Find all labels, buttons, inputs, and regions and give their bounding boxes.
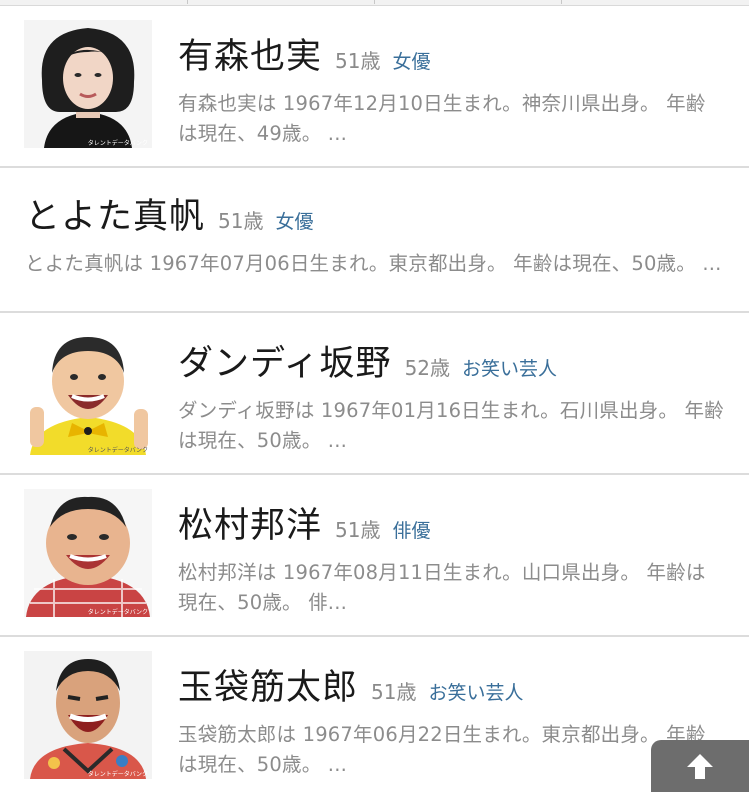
person-job-tag[interactable]: お笑い芸人 <box>462 354 557 381</box>
photo-badge: タレントデータバンク <box>88 446 148 454</box>
person-info: 玉袋筋太郎 51歳 お笑い芸人 玉袋筋太郎は 1967年06月22日生まれ。東京… <box>178 659 725 780</box>
person-age: 51歳 <box>371 680 417 704</box>
person-age: 51歳 <box>218 209 264 233</box>
person-info: とよた真帆 51歳 女優 とよた真帆は 1967年07月06日生まれ。東京都出身… <box>25 188 725 279</box>
arrow-up-icon <box>687 754 713 779</box>
person-age: 51歳 <box>335 49 381 73</box>
person-age: 52歳 <box>404 356 451 380</box>
person-description: ダンディ坂野は 1967年01月16日生まれ。石川県出身。 年齢は現在、50歳。… <box>178 399 724 452</box>
person-list: タレントデータバンク 有森也実 51歳 女優 有森也実は 1967年12月10日… <box>0 6 749 799</box>
person-job-tag[interactable]: 俳優 <box>392 516 430 543</box>
person-photo: タレントデータバンク <box>24 327 152 455</box>
person-info: ダンディ坂野 52歳 お笑い芸人 ダンディ坂野は 1967年01月16日生まれ。… <box>178 335 725 456</box>
tab-divider <box>187 0 188 4</box>
tab-divider <box>374 0 375 4</box>
person-info: 松村邦洋 51歳 俳優 松村邦洋は 1967年08月11日生まれ。山口県出身。 … <box>178 497 725 618</box>
photo-badge: タレントデータバンク <box>88 139 148 147</box>
person-photo: タレントデータバンク <box>24 651 152 779</box>
person-description: 玉袋筋太郎は 1967年06月22日生まれ。東京都出身。 年齢は現在、50歳。 … <box>178 723 706 776</box>
person-photo: タレントデータバンク <box>24 20 152 148</box>
person-job-tag[interactable]: 女優 <box>392 47 430 74</box>
photo-badge: タレントデータバンク <box>88 770 148 778</box>
person-job-tag[interactable]: お笑い芸人 <box>428 678 523 705</box>
person-info: 有森也実 51歳 女優 有森也実は 1967年12月10日生まれ。神奈川県出身。… <box>178 28 725 149</box>
person-name[interactable]: 松村邦洋 <box>178 497 322 548</box>
person-name[interactable]: 有森也実 <box>178 28 322 79</box>
person-name[interactable]: とよた真帆 <box>25 188 205 239</box>
list-item-matsumura[interactable]: タレントデータバンク 松村邦洋 51歳 俳優 松村邦洋は 1967年08月11日… <box>0 475 749 637</box>
person-description: とよた真帆は 1967年07月06日生まれ。東京都出身。 年齢は現在、50歳。 … <box>25 252 722 275</box>
person-name[interactable]: 玉袋筋太郎 <box>178 659 358 710</box>
person-age: 51歳 <box>335 518 381 542</box>
list-item-arimori[interactable]: タレントデータバンク 有森也実 51歳 女優 有森也実は 1967年12月10日… <box>0 6 749 168</box>
scroll-to-top-button[interactable] <box>651 740 749 792</box>
person-photo: タレントデータバンク <box>24 489 152 617</box>
list-item-tamabukuro[interactable]: タレントデータバンク 玉袋筋太郎 51歳 お笑い芸人 玉袋筋太郎は 1967年0… <box>0 637 749 799</box>
list-item-dandy-sakano[interactable]: タレントデータバンク ダンディ坂野 52歳 お笑い芸人 ダンディ坂野は 1967… <box>0 313 749 475</box>
person-name[interactable]: ダンディ坂野 <box>178 335 392 386</box>
list-item-toyota[interactable]: とよた真帆 51歳 女優 とよた真帆は 1967年07月06日生まれ。東京都出身… <box>0 168 749 313</box>
person-description: 松村邦洋は 1967年08月11日生まれ。山口県出身。 年齢は現在、50歳。 俳… <box>178 561 706 614</box>
photo-badge: タレントデータバンク <box>88 608 148 616</box>
tab-divider <box>561 0 562 4</box>
person-description: 有森也実は 1967年12月10日生まれ。神奈川県出身。 年齢は現在、49歳。 … <box>178 92 706 145</box>
person-job-tag[interactable]: 女優 <box>275 207 313 234</box>
